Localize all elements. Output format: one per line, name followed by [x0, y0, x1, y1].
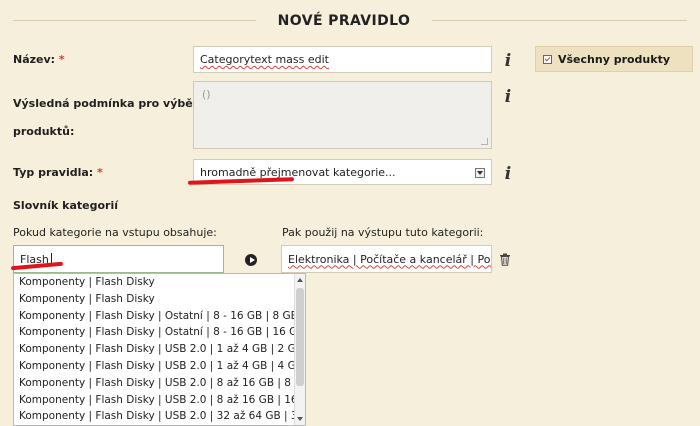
autocomplete-item[interactable]: Komponenty | Flash Disky: [14, 291, 305, 308]
page-title: NOVÉ PRAVIDLO: [256, 8, 432, 34]
autocomplete-item[interactable]: Komponenty | Flash Disky | USB 2.0 | 1 a…: [14, 341, 305, 358]
dictionary-section-label: Slovník kategorií: [13, 199, 119, 212]
scroll-up-icon[interactable]: [297, 278, 303, 282]
scrollbar[interactable]: [294, 274, 305, 425]
output-category-label: Pak použij na výstupu tuto kategorii:: [282, 226, 484, 239]
name-input[interactable]: Categorytext mass edit: [193, 46, 492, 73]
autocomplete-item[interactable]: Komponenty | Flash Disky | USB 2.0 | 8 a…: [14, 375, 305, 392]
output-category-value: Elektronika | Počítače a kancelář | Poč: [288, 252, 492, 266]
name-input-value: Categorytext mass edit: [200, 53, 329, 66]
autocomplete-dropdown[interactable]: Komponenty | Flash Disky Komponenty | Fla…: [13, 273, 306, 426]
condition-textarea[interactable]: (): [193, 81, 492, 149]
checkbox-checked-icon[interactable]: [543, 54, 552, 64]
name-label: Název: *: [13, 53, 65, 66]
info-icon[interactable]: i: [502, 52, 514, 70]
autocomplete-item[interactable]: Komponenty | Flash Disky | USB 2.0 | 8 a…: [14, 392, 305, 409]
autocomplete-item[interactable]: Komponenty | Flash Disky | USB 2.0 | 32 …: [14, 408, 305, 425]
input-category-field[interactable]: Flash: [13, 245, 224, 273]
output-category-field[interactable]: Elektronika | Počítače a kancelář | Poč: [281, 245, 492, 273]
autocomplete-item[interactable]: Komponenty | Flash Disky | Ostatní | 8 -…: [14, 324, 305, 341]
required-mark: *: [97, 166, 103, 179]
chevron-down-icon[interactable]: [475, 168, 485, 178]
condition-label: Výsledná podmínka pro výběr produktů:: [13, 97, 199, 138]
rule-type-label: Typ pravidla: *: [13, 166, 103, 179]
title-rule-right: [432, 20, 687, 21]
rule-type-value: hromadně přejmenovat kategorie...: [200, 165, 396, 179]
info-icon[interactable]: i: [502, 88, 514, 106]
resize-grip-icon[interactable]: [481, 138, 488, 145]
autocomplete-list: Komponenty | Flash Disky Komponenty | Fla…: [14, 274, 305, 425]
required-mark: *: [58, 53, 65, 66]
all-products-label: Všechny produkty: [558, 52, 671, 66]
autocomplete-item[interactable]: Komponenty | Flash Disky: [14, 274, 305, 291]
info-icon[interactable]: i: [502, 165, 514, 183]
condition-value: (): [202, 88, 211, 101]
scroll-thumb[interactable]: [296, 288, 304, 386]
title-rule-left: [13, 20, 256, 21]
autocomplete-item[interactable]: Komponenty | Flash Disky | Ostatní | 8 -…: [14, 308, 305, 325]
arrow-right-circle-icon[interactable]: [245, 254, 257, 266]
autocomplete-item[interactable]: Komponenty | Flash Disky | USB 2.0 | 1 a…: [14, 358, 305, 375]
scroll-down-icon[interactable]: [297, 417, 303, 421]
all-products-panel[interactable]: Všechny produkty: [535, 46, 693, 72]
trash-icon[interactable]: [499, 253, 511, 266]
input-category-label: Pokud kategorie na vstupu obsahuje:: [13, 226, 217, 239]
